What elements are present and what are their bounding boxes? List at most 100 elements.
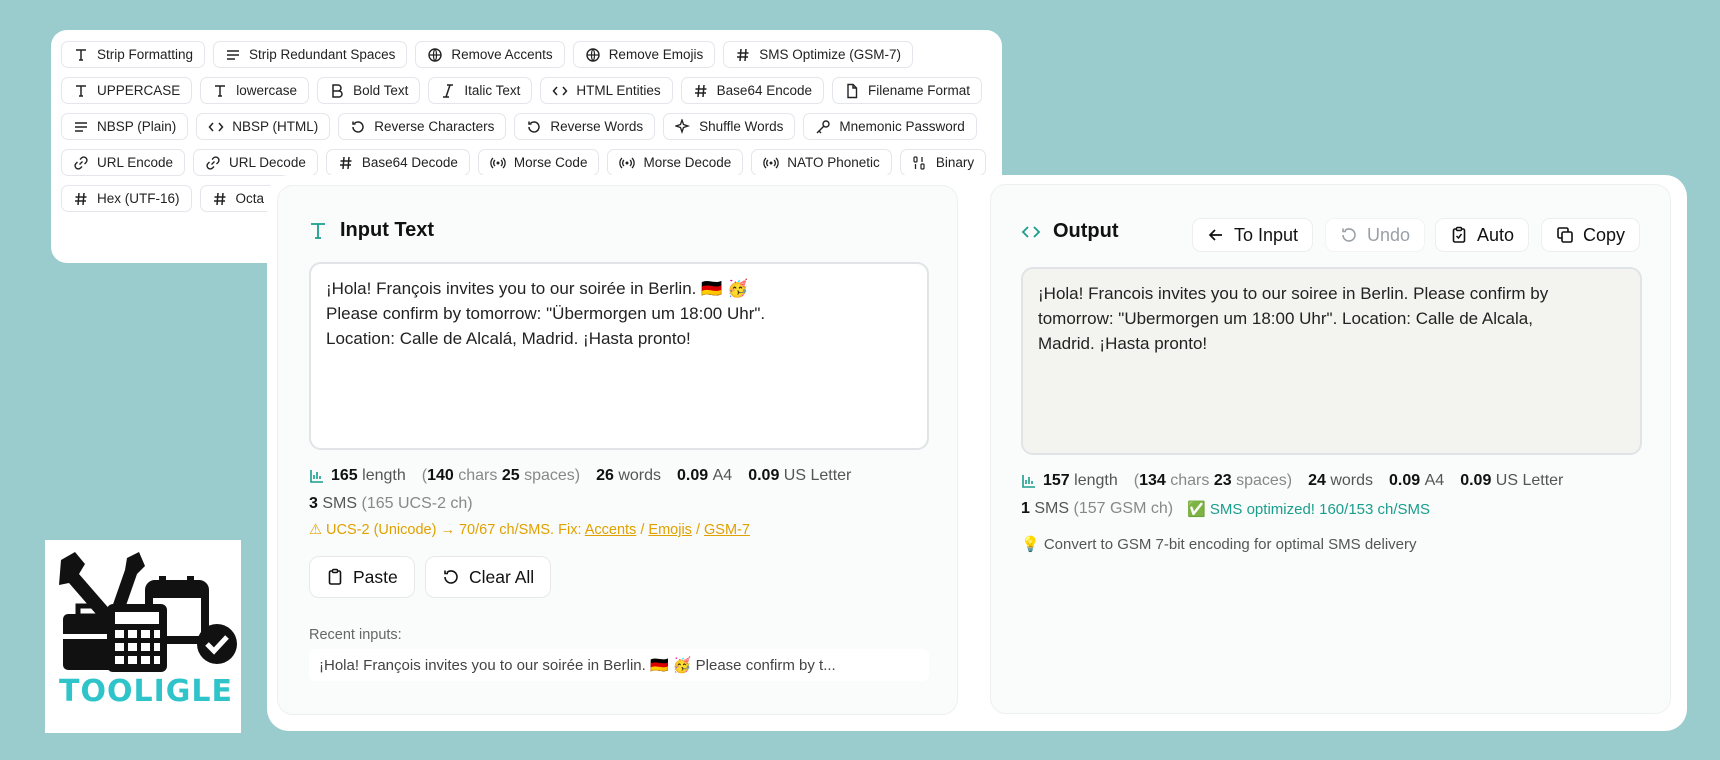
tool-sms-optimize-gsm-7-button[interactable]: SMS Optimize (GSM-7): [723, 41, 913, 68]
copy-icon: [1557, 227, 1573, 243]
undo-icon: [1342, 228, 1356, 242]
input-length-value: 165: [331, 467, 358, 484]
separator: /: [695, 522, 700, 538]
input-line-2: Please confirm by tomorrow: "Übermorgen …: [326, 304, 766, 323]
tool-binary-button[interactable]: Binary: [899, 149, 987, 176]
tool-filename-format-button[interactable]: Filename Format: [832, 77, 983, 104]
tool-reverse-characters-button[interactable]: Reverse Characters: [338, 113, 507, 140]
output-chars-value: 134: [1139, 472, 1166, 489]
tool-octa-button[interactable]: Octa: [199, 185, 277, 212]
tool-label: URL Decode: [229, 155, 306, 170]
output-line-2: tomorrow: "Ubermorgen um 18:00 Uhr". Loc…: [1038, 309, 1533, 328]
to-input-label: To Input: [1234, 224, 1299, 245]
gsm-tip: 💡 Convert to GSM 7-bit encoding for opti…: [1021, 536, 1417, 553]
paste-label: Paste: [353, 566, 398, 587]
undo-label: Undo: [1367, 224, 1411, 245]
tool-uppercase-button[interactable]: UPPERCASE: [61, 77, 193, 104]
tool-label: NBSP (HTML): [232, 119, 319, 134]
tool-label: Base64 Encode: [716, 83, 812, 98]
tool-label: Reverse Words: [550, 119, 644, 134]
tool-hex-utf-16-button[interactable]: Hex (UTF-16): [61, 185, 192, 212]
input-line-3: Location: Calle de Alcalá, Madrid. ¡Hast…: [326, 329, 691, 348]
input-spaces-value: 25: [501, 467, 520, 484]
clear-all-button[interactable]: Clear All: [425, 556, 552, 598]
tool-label: Octa: [235, 191, 265, 206]
tool-shuffle-words-button[interactable]: Shuffle Words: [663, 113, 796, 140]
output-length-label: length: [1074, 472, 1118, 489]
auto-button[interactable]: Auto: [1435, 218, 1530, 252]
tool-strip-redundant-spaces-button[interactable]: Strip Redundant Spaces: [213, 41, 408, 68]
input-sms-label: SMS: [322, 495, 358, 512]
code-icon: [552, 86, 568, 95]
tool-label: Remove Accents: [451, 47, 553, 62]
tool-html-entities-button[interactable]: HTML Entities: [540, 77, 673, 104]
output-words-value: 24: [1308, 472, 1326, 489]
tool-remove-emojis-button[interactable]: Remove Emojis: [572, 41, 716, 68]
type-icon: [215, 84, 226, 97]
tool-mnemonic-password-button[interactable]: Mnemonic Password: [803, 113, 977, 140]
tool-morse-code-button[interactable]: Morse Code: [477, 149, 600, 176]
output-line-1: ¡Hola! Francois invites you to our soire…: [1038, 284, 1549, 303]
input-letter-label: US Letter: [783, 467, 852, 484]
fix-gsm7-link[interactable]: GSM-7: [704, 522, 750, 538]
key-icon: [816, 119, 831, 133]
tool-base64-encode-button[interactable]: Base64 Encode: [680, 77, 824, 104]
file-icon: [847, 83, 858, 98]
tool-label: UPPERCASE: [97, 83, 181, 98]
tool-label: Morse Decode: [643, 155, 732, 170]
to-input-button[interactable]: To Input: [1192, 218, 1314, 252]
tool-url-decode-button[interactable]: URL Decode: [193, 149, 318, 176]
copy-button[interactable]: Copy: [1541, 218, 1641, 252]
output-letter-label: US Letter: [1495, 472, 1564, 489]
output-sms-stats: 1 SMS (157 GSM ch) ✅ SMS optimized! 160/…: [1021, 500, 1430, 518]
tool-morse-decode-button[interactable]: Morse Decode: [607, 149, 744, 176]
tool-italic-text-button[interactable]: Italic Text: [428, 77, 533, 104]
tool-base64-decode-button[interactable]: Base64 Decode: [325, 149, 470, 176]
input-sms-stats: 3 SMS (165 UCS-2 ch): [309, 495, 473, 513]
fix-accents-link[interactable]: Accents: [585, 522, 637, 538]
sparkle-icon: [675, 118, 691, 134]
output-words-label: words: [1330, 472, 1374, 489]
lines-icon: [227, 49, 240, 60]
input-chars-label: chars: [458, 467, 498, 484]
fix-emojis-link[interactable]: Emojis: [648, 522, 692, 538]
undo-button[interactable]: Undo: [1325, 218, 1426, 252]
tool-nbsp-html-button[interactable]: NBSP (HTML): [196, 113, 331, 140]
tool-lowercase-button[interactable]: lowercase: [200, 77, 310, 104]
type-icon: [311, 222, 325, 239]
tool-label: Hex (UTF-16): [97, 191, 180, 206]
tool-remove-accents-button[interactable]: Remove Accents: [415, 41, 565, 68]
binary-icon: [913, 155, 925, 170]
input-sms-value: 3: [309, 495, 318, 512]
warning-text: ⚠ UCS-2 (Unicode) → 70/67 ch/SMS. Fix:: [309, 522, 582, 538]
tool-label: lowercase: [236, 83, 298, 98]
input-a4-label: A4: [712, 467, 733, 484]
paste-button[interactable]: Paste: [309, 556, 415, 598]
input-sms-detail: (165 UCS-2 ch): [361, 495, 473, 512]
bold-icon: [332, 83, 343, 98]
tool-strip-formatting-button[interactable]: Strip Formatting: [61, 41, 206, 68]
input-textarea[interactable]: ¡Hola! François invites you to our soiré…: [309, 262, 929, 450]
output-title-label: Output: [1053, 220, 1119, 242]
globe-icon: [428, 47, 443, 62]
tool-nato-phonetic-button[interactable]: NATO Phonetic: [751, 149, 892, 176]
tool-label: Base64 Decode: [361, 155, 458, 170]
radio-icon: [763, 157, 780, 168]
tool-bold-text-button[interactable]: Bold Text: [317, 77, 421, 104]
sms-optimized-status: ✅ SMS optimized! 160/153 ch/SMS: [1187, 501, 1431, 518]
recent-input-item[interactable]: ¡Hola! François invites you to our soiré…: [309, 649, 929, 681]
code-icon: [1021, 225, 1041, 238]
tool-label: Filename Format: [868, 83, 971, 98]
tool-nbsp-plain-button[interactable]: NBSP (Plain): [61, 113, 189, 140]
input-stats: 165 length (140 chars 25 spaces) 26 word…: [309, 467, 851, 485]
output-textarea[interactable]: ¡Hola! Francois invites you to our soire…: [1021, 267, 1642, 455]
globe-icon: [585, 47, 600, 62]
tool-label: Strip Redundant Spaces: [249, 47, 396, 62]
input-chars-value: 140: [427, 467, 454, 484]
clipboard-check-icon: [1452, 226, 1466, 243]
tool-url-encode-button[interactable]: URL Encode: [61, 149, 186, 176]
hash-icon: [75, 192, 87, 205]
tool-reverse-words-button[interactable]: Reverse Words: [514, 113, 656, 140]
tool-label: Reverse Characters: [374, 119, 495, 134]
output-chars-label: chars: [1170, 472, 1210, 489]
